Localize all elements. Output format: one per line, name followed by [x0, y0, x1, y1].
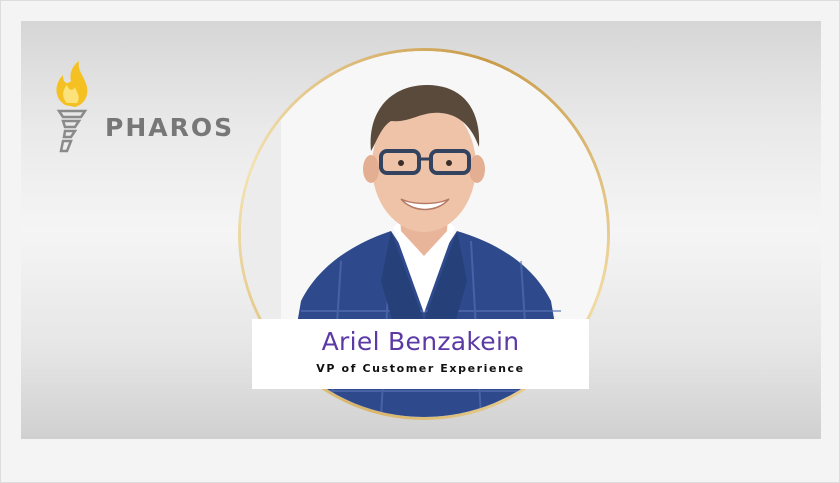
speaker-name: Ariel Benzakein	[321, 327, 520, 356]
speaker-banner: PHAROS Ariel Benzakein VP of Customer Ex…	[21, 21, 821, 439]
logo-wordmark: PHAROS	[105, 113, 235, 142]
speaker-title: VP of Customer Experience	[316, 362, 525, 375]
pharos-logo: PHAROS	[51, 61, 251, 161]
card-frame: PHAROS Ariel Benzakein VP of Customer Ex…	[0, 0, 840, 483]
nameplate: Ariel Benzakein VP of Customer Experienc…	[252, 319, 589, 389]
torch-icon	[56, 61, 88, 153]
